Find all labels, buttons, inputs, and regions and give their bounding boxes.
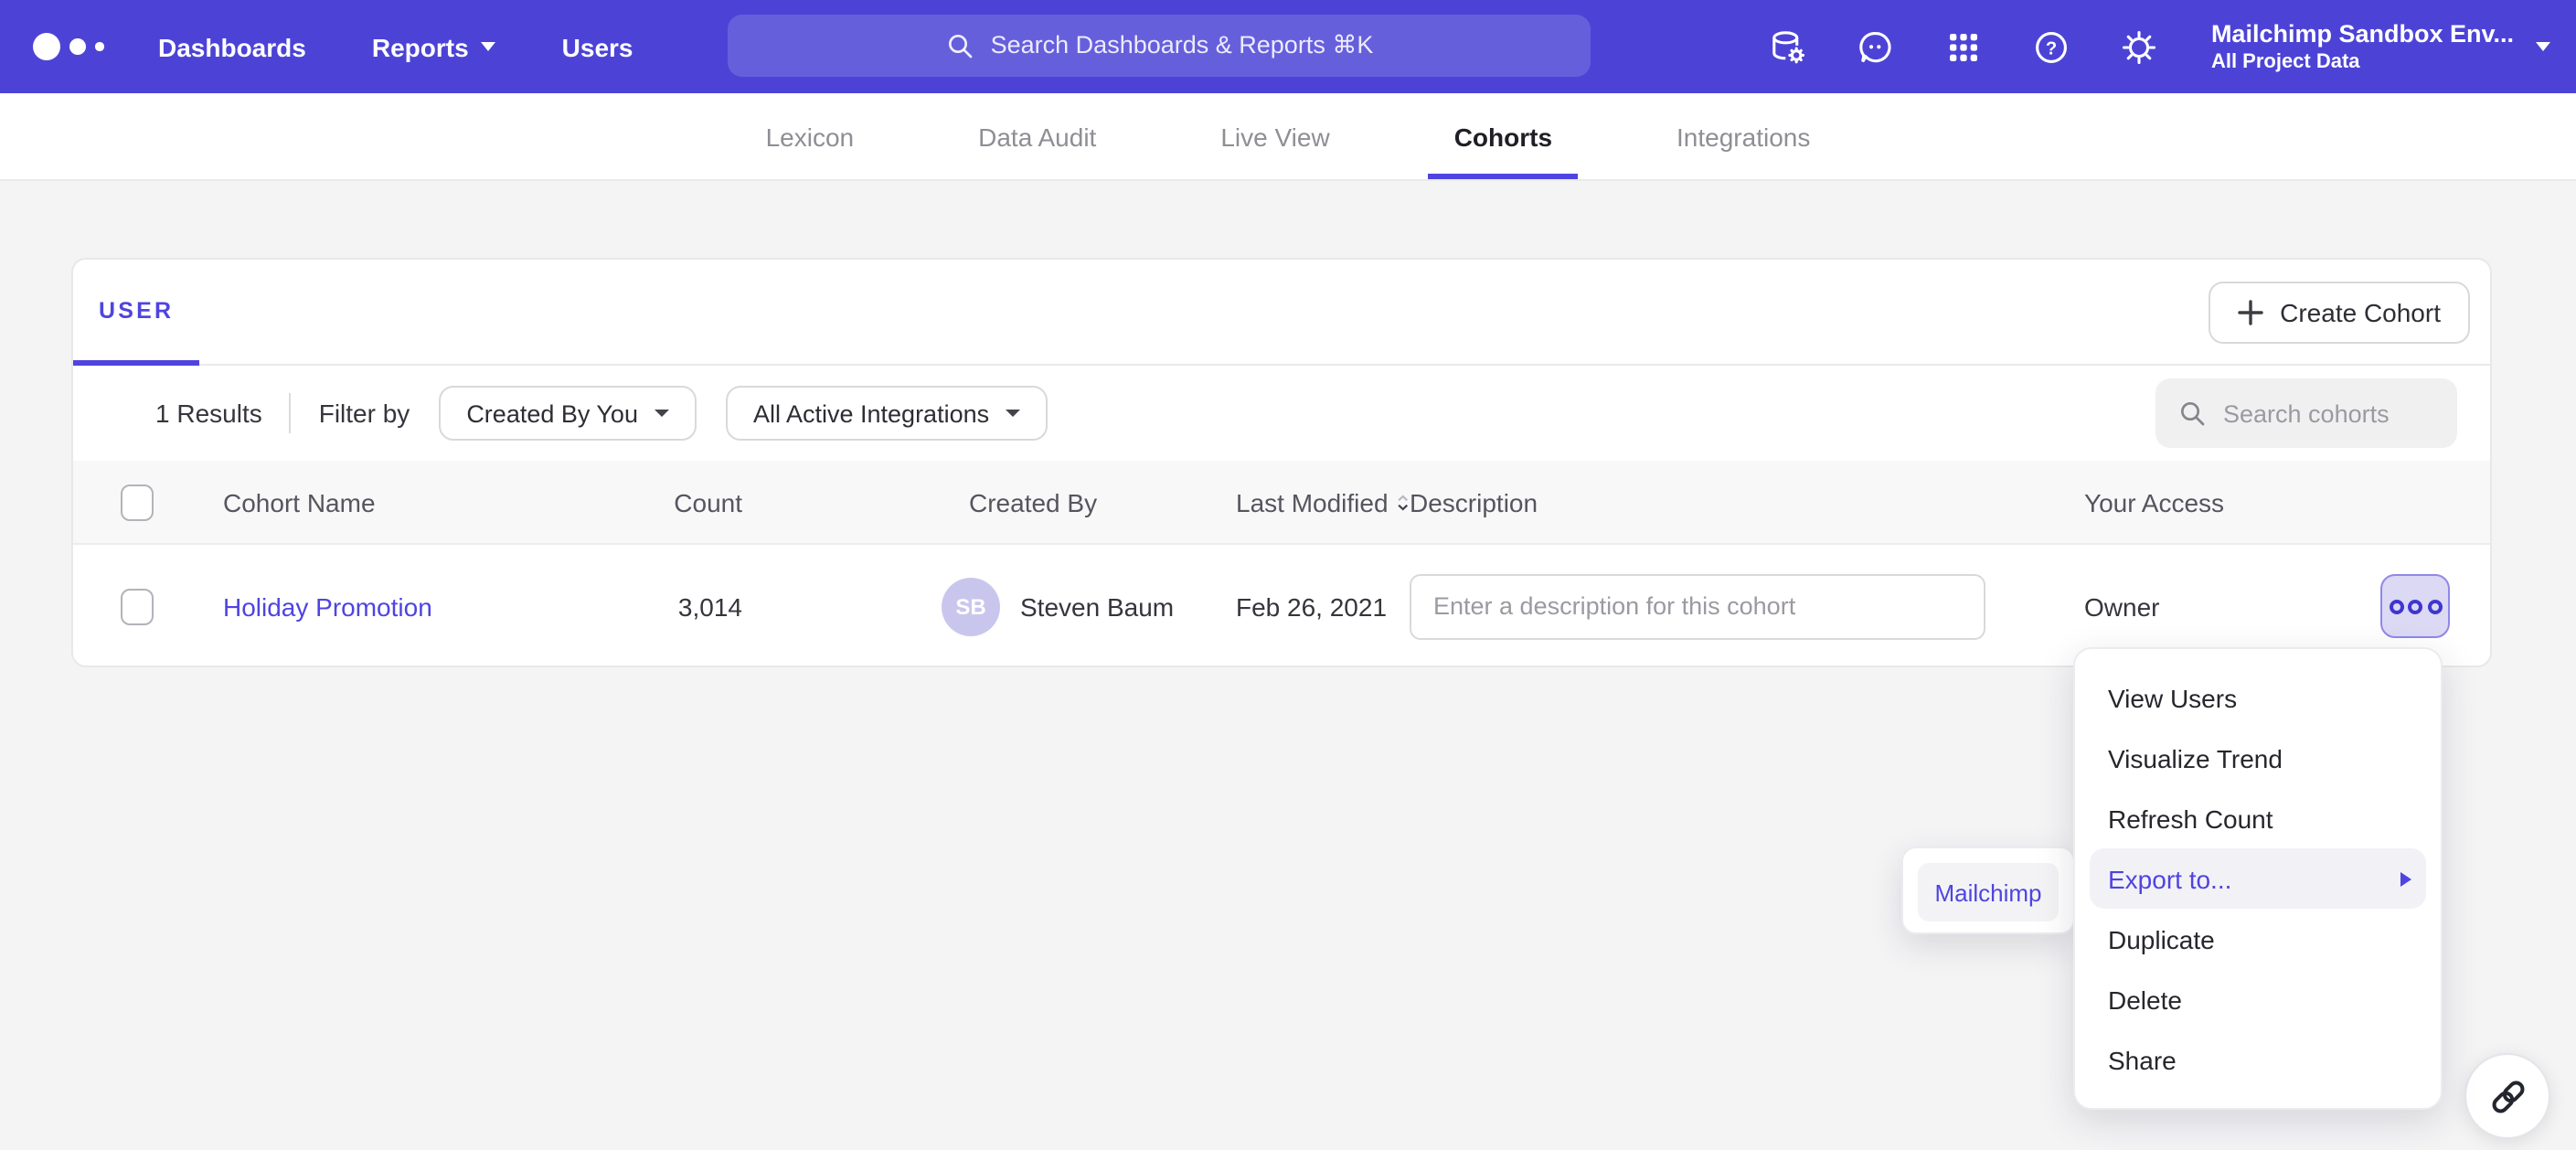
column-count: Count <box>662 487 865 516</box>
menu-item-export-to[interactable]: Export to... <box>2090 848 2426 909</box>
created-by-name: Steven Baum <box>1020 591 1174 621</box>
mixpanel-logo[interactable] <box>33 33 103 60</box>
dot-icon <box>2408 599 2422 613</box>
create-cohort-button[interactable]: Create Cohort <box>2209 282 2470 344</box>
tab-data-audit[interactable]: Data Audit <box>953 93 1122 179</box>
integrations-filter[interactable]: All Active Integrations <box>726 386 1048 441</box>
menu-item-visualize-trend[interactable]: Visualize Trend <box>2075 728 2441 788</box>
copy-link-button[interactable] <box>2464 1053 2550 1139</box>
menu-item-view-users[interactable]: View Users <box>2075 667 2441 728</box>
nav-item-label: Reports <box>372 32 469 61</box>
project-name: Mailchimp Sandbox Env... <box>2211 20 2514 48</box>
sort-icon <box>1398 487 1410 516</box>
global-search-input[interactable]: Search Dashboards & Reports ⌘K <box>728 15 1591 77</box>
search-icon <box>945 31 974 60</box>
apps-grid-icon[interactable] <box>1944 27 1985 67</box>
feedback-icon[interactable] <box>1857 27 1897 67</box>
integrations-filter-value: All Active Integrations <box>753 399 989 427</box>
export-submenu: Mailchimp <box>1901 847 2075 934</box>
nav-item-reports[interactable]: Reports <box>372 32 496 61</box>
divider <box>290 393 292 433</box>
plus-icon <box>2238 300 2263 325</box>
row-checkbox[interactable] <box>121 588 154 624</box>
cohorts-card: USER Create Cohort 1 Results Filter by C… <box>71 258 2492 667</box>
created-by-filter-value: Created By You <box>466 399 638 427</box>
filter-row: 1 Results Filter by Created By You All A… <box>73 366 2490 461</box>
logo-dot-icon <box>33 33 60 60</box>
column-description: Description <box>1410 487 2084 516</box>
menu-item-refresh-count[interactable]: Refresh Count <box>2075 788 2441 848</box>
link-icon <box>2486 1074 2529 1118</box>
svg-text:?: ? <box>2047 37 2058 58</box>
settings-gear-icon[interactable] <box>2120 27 2160 67</box>
tab-lexicon[interactable]: Lexicon <box>740 93 880 179</box>
cohort-search-placeholder: Search cohorts <box>2223 399 2390 427</box>
column-your-access: Your Access <box>2084 487 2494 516</box>
tab-live-view[interactable]: Live View <box>1195 93 1355 179</box>
avatar: SB <box>942 577 1000 635</box>
submenu-arrow-icon <box>2400 871 2411 886</box>
description-input[interactable] <box>1410 573 1985 639</box>
cohort-count: 3,014 <box>662 591 865 621</box>
nav-item-dashboards[interactable]: Dashboards <box>158 32 306 61</box>
project-selector[interactable]: Mailchimp Sandbox Env... All Project Dat… <box>2211 20 2550 73</box>
column-cohort-name: Cohort Name <box>223 487 662 516</box>
data-management-icon[interactable] <box>1769 27 1809 67</box>
tab-user-cohorts[interactable]: USER <box>73 260 199 366</box>
logo-dot-icon <box>69 38 86 55</box>
top-navigation: Dashboards Reports Users Search Dashboar… <box>0 0 2576 93</box>
nav-item-label: Users <box>562 32 633 61</box>
last-modified-date: Feb 26, 2021 <box>1236 591 1410 621</box>
help-icon[interactable]: ? <box>2032 27 2072 67</box>
global-search-placeholder: Search Dashboards & Reports ⌘K <box>991 31 1374 60</box>
column-last-modified[interactable]: Last Modified <box>1236 487 1410 516</box>
filter-by-label: Filter by <box>319 399 410 428</box>
tab-integrations[interactable]: Integrations <box>1651 93 1836 179</box>
chevron-down-icon <box>482 42 496 51</box>
tab-cohorts[interactable]: Cohorts <box>1429 93 1578 179</box>
column-created-by: Created By <box>865 487 1236 516</box>
row-context-menu: View Users Visualize Trend Refresh Count… <box>2073 647 2443 1110</box>
created-by-filter[interactable]: Created By You <box>439 386 697 441</box>
nav-item-users[interactable]: Users <box>562 32 633 61</box>
chevron-down-icon <box>655 410 669 417</box>
dot-icon <box>2389 599 2403 613</box>
menu-item-duplicate[interactable]: Duplicate <box>2075 909 2441 969</box>
data-management-tabs: Lexicon Data Audit Live View Cohorts Int… <box>0 93 2576 181</box>
table-header: Cohort Name Count Created By Last Modifi… <box>73 461 2490 545</box>
logo-dot-icon <box>95 43 103 51</box>
cohort-type-tabbar: USER Create Cohort <box>73 260 2490 366</box>
project-scope: All Project Data <box>2211 51 2514 73</box>
row-actions-button[interactable] <box>2380 574 2450 638</box>
menu-item-delete[interactable]: Delete <box>2075 969 2441 1029</box>
select-all-checkbox[interactable] <box>121 484 154 520</box>
menu-item-share[interactable]: Share <box>2075 1029 2441 1090</box>
submenu-item-mailchimp[interactable]: Mailchimp <box>1918 863 2059 921</box>
menu-item-label: Export to... <box>2108 864 2231 893</box>
dot-icon <box>2427 599 2442 613</box>
nav-item-label: Dashboards <box>158 32 306 61</box>
create-cohort-label: Create Cohort <box>2280 298 2441 327</box>
chevron-down-icon <box>2536 42 2550 51</box>
chevron-down-icon <box>1006 410 1020 417</box>
access-value: Owner <box>2084 591 2159 621</box>
search-icon <box>2177 399 2207 428</box>
cohort-name-link[interactable]: Holiday Promotion <box>223 591 432 621</box>
results-count: 1 Results <box>155 399 262 428</box>
cohort-search-input[interactable]: Search cohorts <box>2156 378 2457 448</box>
